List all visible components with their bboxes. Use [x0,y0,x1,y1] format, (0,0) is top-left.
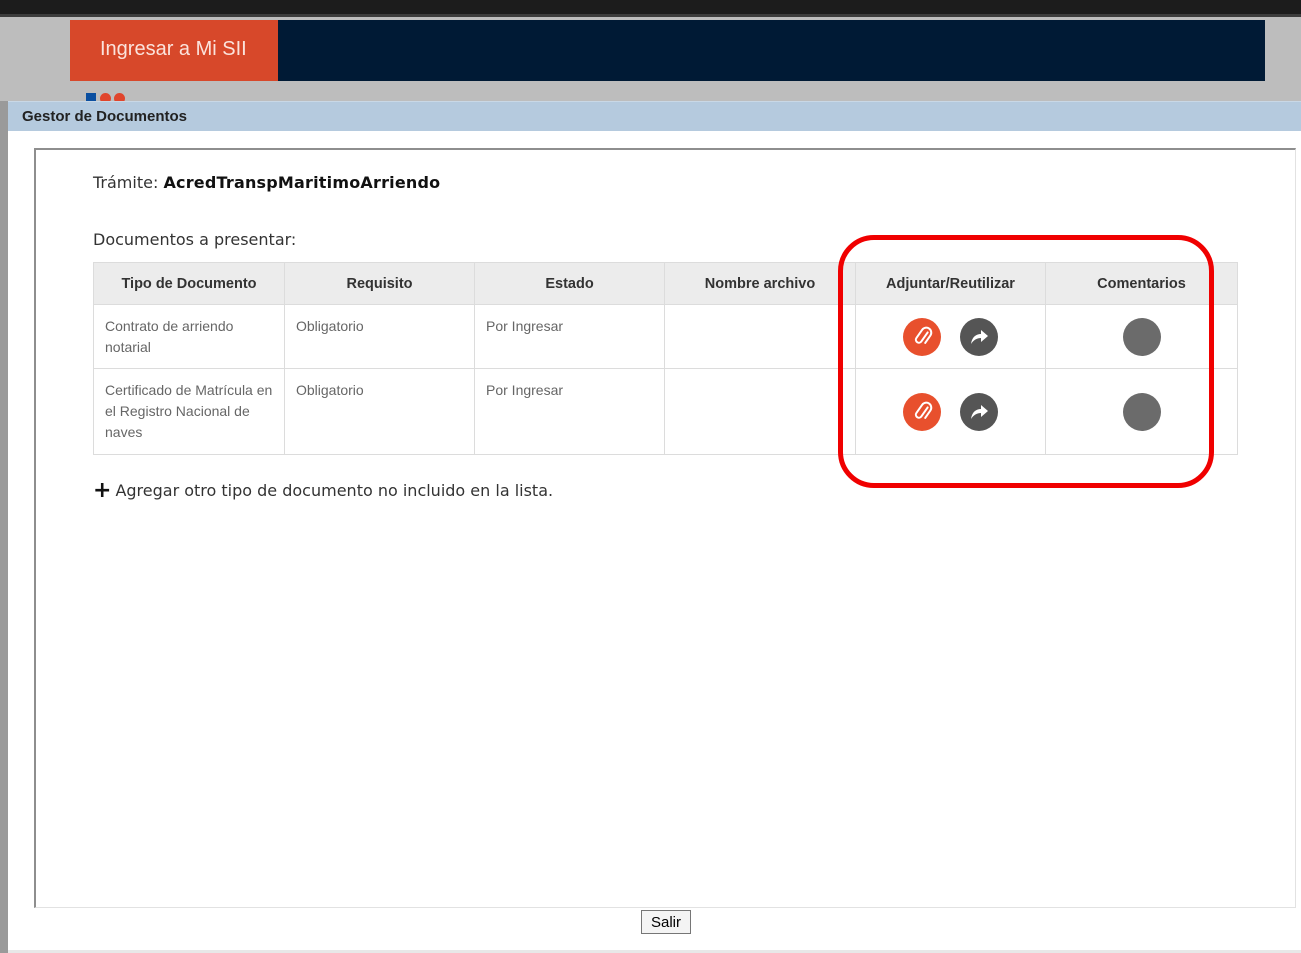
column-header-tipo: Tipo de Documento [93,262,285,305]
add-document-type-link[interactable]: + Agregar otro tipo de documento no inclu… [93,478,553,503]
window-left-edge [0,101,8,953]
cell-comments [1045,368,1238,455]
cell-actions [855,304,1046,369]
cell-estado: Por Ingresar [474,368,665,455]
plus-icon: + [93,478,112,503]
cell-nombre-archivo [664,304,856,369]
cell-tipo: Contrato de arriendo notarial [93,304,285,369]
cell-tipo: Certificado de Matrícula en el Registro … [93,368,285,455]
column-header-comentarios: Comentarios [1045,262,1238,305]
tramite-prefix: Trámite: [93,173,159,192]
cell-actions [855,368,1046,455]
column-header-adjuntar: Adjuntar/Reutilizar [855,262,1046,305]
cell-nombre-archivo [664,368,856,455]
cell-requisito: Obligatorio [284,304,475,369]
sii-logo [86,93,142,101]
share-arrow-icon[interactable] [960,392,999,431]
column-header-requisito: Requisito [284,262,475,305]
comment-icon[interactable] [1122,392,1161,431]
paperclip-icon[interactable] [902,317,941,356]
browser-top-strip [0,0,1301,14]
exit-button[interactable]: Salir [641,910,691,934]
tramite-line: Trámite: AcredTranspMaritimoArriendo [93,173,440,192]
add-document-label: Agregar otro tipo de documento no inclui… [115,481,554,500]
window-title: Gestor de Documentos [22,108,188,125]
window-title-bar: Gestor de Documentos [8,101,1301,131]
tramite-name: AcredTranspMaritimoArriendo [163,173,441,192]
paperclip-icon[interactable] [902,392,941,431]
column-header-estado: Estado [474,262,665,305]
documents-heading: Documentos a presentar: [93,230,297,249]
cell-estado: Por Ingresar [474,304,665,369]
cell-requisito: Obligatorio [284,368,475,455]
documents-table: Tipo de Documento Requisito Estado Nombr… [93,262,1238,455]
share-arrow-icon[interactable] [960,317,999,356]
comment-icon[interactable] [1122,317,1161,356]
login-mi-sii-button[interactable]: Ingresar a Mi SII [70,20,278,81]
table-row: Certificado de Matrícula en el Registro … [93,368,1238,455]
table-header-row: Tipo de Documento Requisito Estado Nombr… [93,262,1238,305]
cell-comments [1045,304,1238,369]
column-header-nombre-archivo: Nombre archivo [664,262,856,305]
table-row: Contrato de arriendo notarial Obligatori… [93,304,1238,369]
